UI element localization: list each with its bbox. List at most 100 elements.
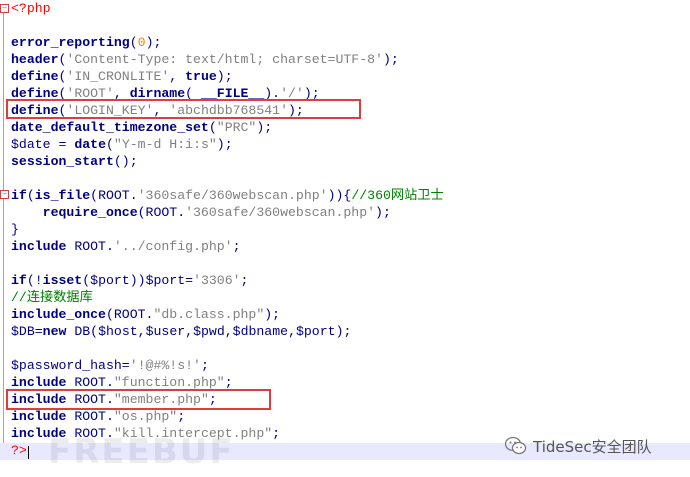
- code-token: ;: [177, 409, 186, 424]
- code-token: new: [42, 324, 67, 339]
- code-token: ();: [113, 154, 138, 169]
- code-token: $port: [295, 324, 336, 339]
- code-line[interactable]: if(is_file(ROOT.'360safe/360webscan.php'…: [11, 187, 444, 204]
- code-token: include: [11, 409, 67, 424]
- wechat-logo-icon: [504, 436, 527, 456]
- code-token: '!@#%!s!': [129, 358, 201, 373]
- code-token: ROOT.: [66, 375, 114, 390]
- code-token: '360safe/360webscan.php': [137, 188, 328, 203]
- code-token: ,: [185, 324, 194, 339]
- code-line[interactable]: session_start();: [11, 153, 138, 170]
- code-token: 0: [137, 35, 146, 50]
- code-token: define: [11, 69, 59, 84]
- code-token: "function.php": [113, 375, 225, 390]
- code-token: $DB: [11, 324, 35, 339]
- code-token: (ROOT.: [137, 205, 186, 220]
- code-line[interactable]: include ROOT."kill.intercept.php";: [11, 425, 280, 442]
- code-token: ROOT.: [66, 426, 114, 441]
- code-line[interactable]: //连接数据库: [11, 289, 93, 306]
- code-token: 'Content-Type: text/html; charset=UTF-8': [66, 52, 383, 67]
- code-token: ROOT.: [66, 409, 114, 424]
- code-token: $date: [11, 137, 51, 152]
- code-token: ROOT.: [66, 239, 114, 254]
- member-include-highlight-box: [6, 389, 271, 410]
- code-token: //连接数据库: [11, 290, 93, 305]
- text-cursor: [28, 446, 29, 459]
- code-token: error_reporting: [11, 35, 130, 50]
- code-token: );: [216, 137, 233, 152]
- code-token: );: [382, 52, 399, 67]
- code-token: ;: [272, 426, 281, 441]
- code-line[interactable]: if(!isset($port))$port='3306';: [11, 272, 248, 289]
- code-token: ;: [200, 358, 209, 373]
- code-token: "PRC": [216, 120, 257, 135]
- code-token: ;: [224, 375, 233, 390]
- code-token: "os.php": [113, 409, 178, 424]
- code-token: );: [335, 324, 352, 339]
- code-token: include: [11, 239, 67, 254]
- code-token: if: [11, 188, 27, 203]
- code-token: (ROOT.: [105, 307, 154, 322]
- code-line[interactable]: error_reporting(0);: [11, 34, 161, 51]
- code-token: =: [50, 137, 75, 152]
- code-token: if: [11, 273, 27, 288]
- code-token: ,: [169, 69, 186, 84]
- code-line[interactable]: date_default_timezone_set("PRC");: [11, 119, 272, 136]
- code-token: "kill.intercept.php": [113, 426, 273, 441]
- code-line[interactable]: include ROOT.'../config.php';: [11, 238, 241, 255]
- code-token: (: [26, 188, 35, 203]
- code-token: );: [256, 120, 273, 135]
- watermark-brand: TideSec安全团队: [533, 437, 652, 456]
- code-token: );: [145, 35, 162, 50]
- code-token: '../config.php': [113, 239, 233, 254]
- code-token: <?php: [11, 1, 51, 16]
- code-token: ;: [240, 273, 249, 288]
- code-token: //360网站卫士: [351, 188, 444, 203]
- code-token: isset: [42, 273, 83, 288]
- code-token: $host: [98, 324, 138, 339]
- code-token: ,: [288, 324, 296, 339]
- code-token: include: [11, 375, 67, 390]
- code-token: date_default_timezone_set: [11, 120, 209, 135]
- code-token: );: [264, 307, 281, 322]
- code-token: 'IN_CRONLITE': [66, 69, 170, 84]
- code-token: (: [129, 35, 138, 50]
- code-token: (ROOT.: [90, 188, 138, 203]
- code-token: is_file: [34, 188, 91, 203]
- code-token: =: [185, 273, 194, 288]
- code-token: =: [121, 358, 130, 373]
- code-token: ,: [224, 324, 233, 339]
- code-token: '360safe/360webscan.php': [185, 205, 376, 220]
- code-token: ?>: [11, 443, 27, 458]
- code-token: $pwd: [193, 324, 225, 339]
- code-line[interactable]: require_once(ROOT.'360safe/360webscan.ph…: [11, 204, 391, 221]
- code-token: )): [129, 273, 146, 288]
- code-token: (: [208, 120, 217, 135]
- code-token: '3306': [193, 273, 241, 288]
- code-token: ,: [137, 324, 146, 339]
- code-token: $port: [145, 273, 186, 288]
- code-token: (: [105, 137, 114, 152]
- code-token: );: [375, 205, 391, 220]
- code-line[interactable]: ?>: [11, 442, 27, 459]
- code-line[interactable]: $DB=new DB($host,$user,$pwd,$dbname,$por…: [11, 323, 351, 340]
- code-token: $port: [90, 273, 130, 288]
- code-token: =: [34, 324, 43, 339]
- code-line[interactable]: $password_hash='!@#%!s!';: [11, 357, 209, 374]
- code-token: ;: [232, 239, 241, 254]
- code-token: }: [11, 222, 19, 237]
- code-line[interactable]: header('Content-Type: text/html; charset…: [11, 51, 399, 68]
- code-line[interactable]: include_once(ROOT."db.class.php");: [11, 306, 280, 323]
- code-line[interactable]: <?php: [11, 0, 51, 17]
- code-token: $password_hash: [11, 358, 122, 373]
- code-token: (: [82, 273, 91, 288]
- code-token: );: [216, 69, 233, 84]
- wechat-watermark: TideSec安全团队: [504, 432, 652, 460]
- code-token: header: [11, 52, 59, 67]
- code-token: $user: [145, 324, 186, 339]
- code-line[interactable]: $date = date("Y-m-d H:i:s");: [11, 136, 233, 153]
- code-line[interactable]: define('IN_CRONLITE', true);: [11, 68, 233, 85]
- code-line[interactable]: }: [11, 221, 19, 238]
- code-line[interactable]: include ROOT."os.php";: [11, 408, 185, 425]
- login-key-highlight-box: [6, 99, 361, 119]
